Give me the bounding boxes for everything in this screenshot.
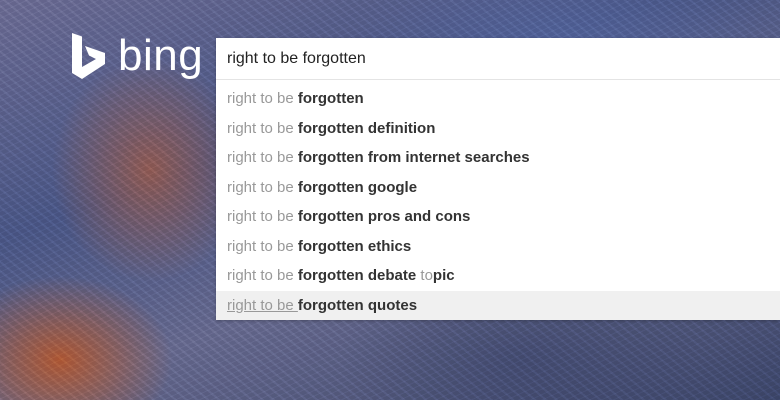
bing-logo[interactable]: bing — [70, 30, 203, 82]
suggestion-bold: forgotten — [297, 90, 364, 107]
suggestion-bold: forgotten from internet searches — [297, 149, 530, 166]
suggestion-bold: forgotten debate — [297, 267, 417, 284]
suggestion-prefix: right to be — [227, 119, 298, 137]
suggestion-bold: forgotten google — [297, 178, 418, 196]
suggestion-item[interactable]: right to be forgotten definition — [216, 114, 780, 144]
suggestion-prefix: right to be — [227, 90, 298, 107]
suggestion-tail: pic — [432, 267, 455, 284]
suggestion-bold: forgotten quotes — [297, 296, 418, 314]
logo-text: bing — [118, 31, 204, 80]
suggestion-prefix: right to be — [227, 296, 298, 314]
suggestion-item[interactable]: right to be forgotten ethics — [216, 232, 780, 262]
suggestion-item[interactable]: right to be forgotten google — [216, 173, 780, 203]
suggestion-item[interactable]: right to be forgotten debate topic — [216, 261, 780, 291]
suggestion-rest: to — [416, 267, 433, 284]
bing-logo-icon — [72, 33, 105, 79]
suggestion-item[interactable]: right to be forgotten from internet sear… — [216, 143, 780, 173]
suggestion-bold: forgotten definition — [297, 119, 436, 137]
suggestion-item[interactable]: right to be forgotten pros and cons — [216, 202, 780, 232]
suggestion-prefix: right to be — [227, 178, 298, 196]
suggestion-prefix: right to be — [227, 149, 298, 166]
search-box: right to be forgotten right to be forgot… — [216, 38, 780, 320]
suggestion-bold: forgotten pros and cons — [297, 208, 471, 225]
suggestion-prefix: right to be — [227, 208, 298, 225]
suggestion-bold: forgotten ethics — [297, 237, 412, 255]
search-input[interactable] — [216, 38, 780, 80]
suggestion-item[interactable]: right to be forgotten — [216, 84, 780, 114]
suggestion-item-selected[interactable]: right to be forgotten quotes — [216, 290, 780, 320]
suggestion-prefix: right to be — [227, 237, 298, 255]
suggestion-prefix: right to be — [227, 267, 298, 284]
suggestion-list: right to be forgotten right to be forgot… — [216, 80, 780, 320]
